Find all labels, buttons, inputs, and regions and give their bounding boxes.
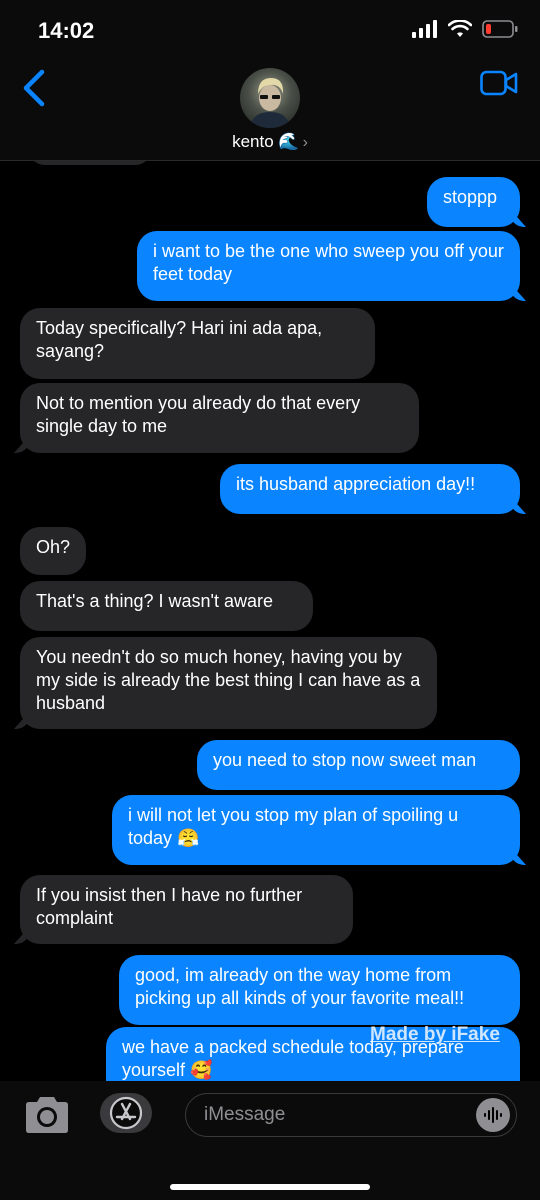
conversation-header: kento 🌊 ›: [0, 60, 540, 161]
message-bubble-incoming[interactable]: If you insist then I have no further com…: [20, 875, 353, 944]
camera-icon[interactable]: [22, 1095, 72, 1135]
message-text: stoppp: [443, 187, 498, 207]
avatar-portrait-icon: [250, 78, 290, 128]
message-text: Oh?: [36, 537, 71, 557]
message-text: If you insist then I have no further com…: [36, 885, 303, 928]
message-bubble-outgoing[interactable]: its husband appreciation day!!: [220, 464, 520, 514]
video-call-icon[interactable]: [480, 70, 518, 96]
cellular-signal-icon: [412, 20, 437, 38]
message-bubble-partial: [28, 161, 152, 165]
back-chevron-icon[interactable]: [20, 68, 50, 108]
message-bubble-outgoing[interactable]: i will not let you stop my plan of spoil…: [112, 795, 520, 865]
app-store-icon: [109, 1096, 143, 1130]
contact-avatar[interactable]: [240, 68, 300, 128]
message-bubble-outgoing[interactable]: good, im already on the way home from pi…: [119, 955, 520, 1025]
message-bubble-incoming[interactable]: Oh?: [20, 527, 86, 575]
message-text: Not to mention you already do that every…: [36, 393, 361, 436]
status-time: 14:02: [38, 18, 95, 43]
app-store-button[interactable]: [100, 1093, 152, 1133]
message-text: you need to stop now sweet man: [213, 750, 477, 770]
message-bubble-outgoing[interactable]: you need to stop now sweet man: [197, 740, 520, 790]
message-bubble-incoming[interactable]: Not to mention you already do that every…: [20, 383, 419, 453]
message-text: You needn't do so much honey, having you…: [36, 647, 421, 713]
waveform-icon: [484, 1107, 502, 1123]
message-text: i will not let you stop my plan of spoil…: [128, 805, 459, 848]
message-bubble-incoming[interactable]: You needn't do so much honey, having you…: [20, 637, 437, 729]
message-bubble-incoming[interactable]: That's a thing? I wasn't aware: [20, 581, 313, 631]
message-text: its husband appreciation day!!: [236, 474, 476, 494]
message-bubble-incoming[interactable]: Today specifically? Hari ini ada apa, sa…: [20, 308, 375, 379]
message-text: That's a thing? I wasn't aware: [36, 591, 273, 611]
message-input[interactable]: iMessage: [185, 1093, 517, 1137]
input-bar: iMessage: [0, 1081, 540, 1200]
wifi-icon: [448, 20, 472, 37]
battery-icon: [482, 20, 518, 38]
message-text: good, im already on the way home from pi…: [135, 965, 465, 1008]
contact-name: kento 🌊: [232, 132, 300, 151]
message-input-placeholder: iMessage: [204, 1104, 286, 1125]
contact-name-button[interactable]: kento 🌊 ›: [0, 132, 540, 152]
message-text: i want to be the one who sweep you off y…: [153, 241, 504, 284]
audio-message-button[interactable]: [476, 1098, 510, 1132]
status-bar: 14:02: [0, 0, 540, 60]
home-indicator[interactable]: [170, 1184, 370, 1190]
message-text: Today specifically? Hari ini ada apa, sa…: [36, 318, 323, 361]
chevron-right-icon: ›: [302, 134, 308, 151]
watermark: Made by iFake: [370, 1024, 500, 1045]
message-thread[interactable]: stoppp i want to be the one who sweep yo…: [0, 161, 540, 1081]
message-bubble-outgoing[interactable]: stoppp: [427, 177, 520, 227]
message-bubble-outgoing[interactable]: i want to be the one who sweep you off y…: [137, 231, 520, 301]
status-icons: [412, 20, 518, 38]
